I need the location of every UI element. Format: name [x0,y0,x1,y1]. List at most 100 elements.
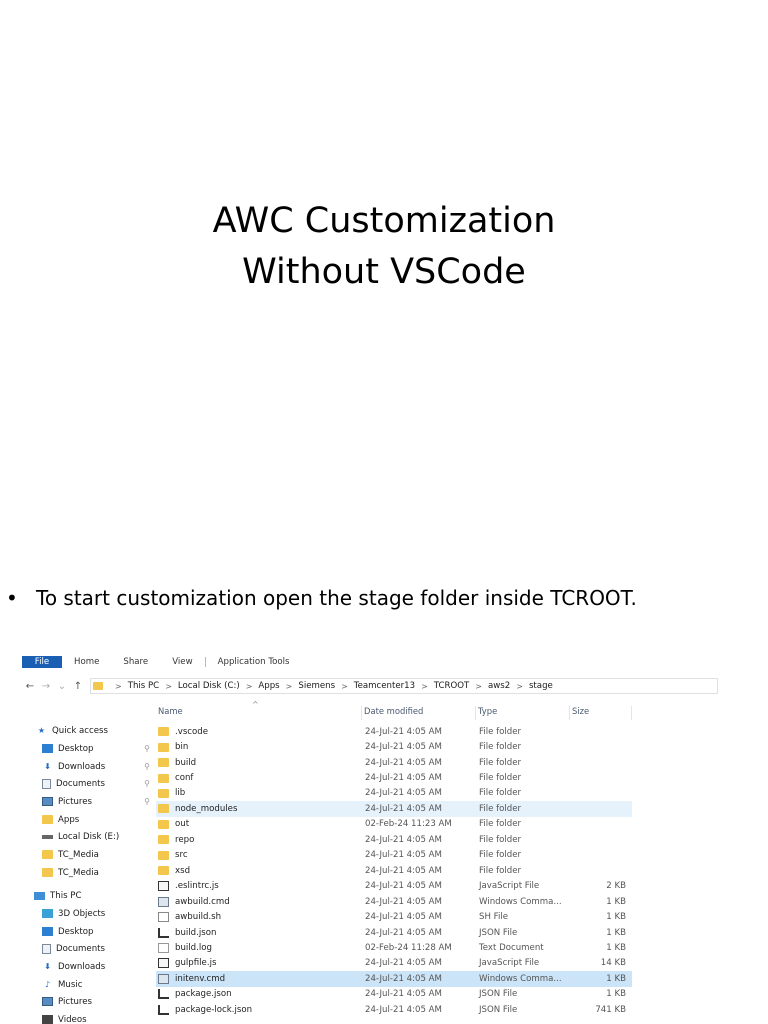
file-row[interactable]: .eslintrc.js 24-Jul-21 4:05 AM JavaScript … [156,879,632,894]
file-type: File folder [479,834,522,845]
file-row[interactable]: .vscode 24-Jul-21 4:05 AM File folder [156,724,632,739]
file-row[interactable]: build.log 02-Feb-24 11:28 AM Text Document… [156,940,632,955]
column-header-type[interactable]: Type [476,706,570,720]
breadcrumb-separator-icon[interactable]: > [421,682,428,691]
forward-arrow-icon[interactable]: → [38,681,54,692]
nav-item[interactable]: TC_Media [22,864,152,882]
file-row[interactable]: awbuild.sh 24-Jul-21 4:05 AM SH File 1 KB [156,909,632,924]
tab-home[interactable]: Home [62,652,111,672]
nav-item-label: Apps [58,814,80,825]
file-row[interactable]: initenv.cmd 24-Jul-21 4:05 AM Windows Comm… [156,971,632,987]
file-date: 24-Jul-21 4:05 AM [365,896,442,907]
folder-icon [158,819,169,829]
nav-item[interactable]: ⬇ Downloads ⚲ [22,758,152,776]
title-line-2: Without VSCode [242,252,526,292]
computer-icon [34,891,45,900]
file-icon [158,912,169,923]
column-headers: Name Date modified Type Size [156,706,632,720]
file-type: JSON File [479,989,518,1000]
nav-item[interactable]: TC_Media [22,846,152,864]
tab-file[interactable]: File [22,656,62,668]
file-icon [158,896,169,907]
nav-item-label: This PC [50,890,82,901]
nav-item[interactable]: Desktop ⚲ [22,740,152,758]
tab-share[interactable]: Share [111,652,160,672]
breadcrumb-separator-icon[interactable]: > [286,682,293,691]
breadcrumb-item[interactable]: Apps [258,681,279,691]
file-name-cell: awbuild.sh [156,912,362,923]
file-row[interactable]: build.json 24-Jul-21 4:05 AM JSON File 1 KB [156,925,632,940]
file-row[interactable]: package-lock.json 24-Jul-21 4:05 AM JSON F… [156,1002,632,1017]
breadcrumb-separator-icon[interactable]: > [165,682,172,691]
up-arrow-icon[interactable]: ↑ [70,681,86,692]
file-name: repo [175,834,195,845]
file-row[interactable]: repo 24-Jul-21 4:05 AM File folder [156,832,632,847]
nav-item[interactable]: Pictures ⚲ [22,793,152,811]
file-row[interactable]: out 02-Feb-24 11:23 AM File folder [156,817,632,832]
nav-item[interactable]: ⬇ Downloads [22,958,152,976]
video-icon [42,1015,53,1024]
file-row[interactable]: node_modules 24-Jul-21 4:05 AM File folder [156,801,632,817]
nav-item[interactable]: Pictures [22,993,152,1011]
file-row[interactable]: gulpfile.js 24-Jul-21 4:05 AM JavaScript F… [156,956,632,971]
file-type: JavaScript File [479,958,540,969]
nav-item[interactable]: Apps [22,811,152,829]
file-row[interactable]: xsd 24-Jul-21 4:05 AM File folder [156,863,632,878]
file-name-cell: conf [156,773,362,783]
nav-item-label: Downloads [58,961,106,972]
desktop-icon [42,927,53,937]
nav-item-label: Local Disk (E:) [58,831,120,842]
nav-item[interactable]: Desktop [22,923,152,941]
breadcrumb-item[interactable]: Local Disk (C:) [178,681,240,691]
file-row[interactable]: package.json 24-Jul-21 4:05 AM JSON File 1 … [156,987,632,1002]
file-name: out [175,819,190,830]
breadcrumb-separator-icon[interactable]: > [246,682,253,691]
tab-view[interactable]: View [160,652,204,672]
breadcrumb-separator-icon[interactable]: > [341,682,348,691]
file-row[interactable]: lib 24-Jul-21 4:05 AM File folder [156,786,632,801]
nav-item[interactable]: Videos [22,1011,152,1024]
nav-item[interactable]: This PC [22,887,152,905]
nav-item[interactable]: ★ Quick access [22,722,152,740]
breadcrumb-separator-icon[interactable]: > [475,682,482,691]
column-header-size[interactable]: Size [570,706,632,720]
file-date: 24-Jul-21 4:05 AM [365,803,442,814]
nav-item[interactable]: Documents [22,940,152,958]
file-row[interactable]: build 24-Jul-21 4:05 AM File folder [156,755,632,770]
slide-title: AWC Customization Without VSCode [0,196,768,298]
nav-item[interactable]: 3D Objects [22,905,152,923]
file-row[interactable]: src 24-Jul-21 4:05 AM File folder [156,848,632,863]
breadcrumb-item[interactable]: aws2 [488,681,510,691]
nav-item[interactable]: Local Disk (E:) [22,828,152,846]
file-type: Text Document [479,942,544,953]
back-arrow-icon[interactable]: ← [22,681,38,692]
breadcrumb-item[interactable]: Siemens [298,681,335,691]
file-type: SH File [479,912,509,923]
file-name: node_modules [175,803,238,814]
breadcrumb-separator-icon[interactable]: > [115,682,122,691]
file-date: 02-Feb-24 11:23 AM [365,819,452,830]
file-name-cell: lib [156,788,362,798]
nav-item[interactable]: Documents ⚲ [22,775,152,793]
address-bar[interactable]: > This PC > Local Disk (C:) > Apps > Siemens > Te… [90,678,718,694]
file-row[interactable]: conf 24-Jul-21 4:05 AM File folder [156,770,632,785]
file-row[interactable]: bin 24-Jul-21 4:05 AM File folder [156,739,632,754]
breadcrumb-separator-icon[interactable]: > [516,682,523,691]
pin-icon: ⚲ [144,744,150,754]
file-row[interactable]: awbuild.cmd 24-Jul-21 4:05 AM Windows Comm… [156,894,632,909]
file-name: bin [175,742,189,753]
breadcrumb-item[interactable]: This PC [128,681,159,691]
nav-item[interactable]: ♪ Music [22,976,152,994]
tab-application-tools[interactable]: Application Tools [206,652,302,672]
file-type: JSON File [479,927,518,938]
breadcrumb-item[interactable]: stage [529,681,553,691]
breadcrumb-item[interactable]: TCROOT [434,681,470,691]
nav-item-label: Documents [56,778,105,789]
file-date: 24-Jul-21 4:05 AM [365,1004,442,1015]
file-date: 24-Jul-21 4:05 AM [365,973,442,984]
column-header-name[interactable]: Name [156,706,362,720]
breadcrumb-item[interactable]: Teamcenter13 [354,681,415,691]
file-type: Windows Comma... [479,973,562,984]
column-header-date-modified[interactable]: Date modified [362,706,476,720]
recent-locations-chevron-icon[interactable]: ⌄ [54,681,70,692]
